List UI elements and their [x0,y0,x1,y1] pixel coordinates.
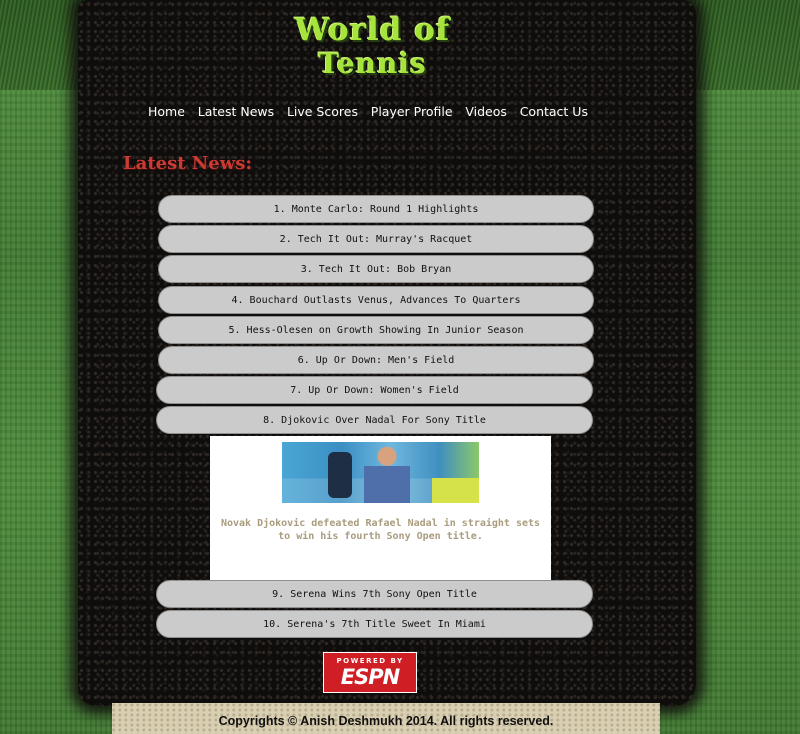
footer-copyright: Copyrights © Anish Deshmukh 2014. All ri… [218,714,554,728]
news-item-8[interactable]: 8. Djokovic Over Nadal For Sony Title [156,406,593,434]
news-caption: Novak Djokovic defeated Rafael Nadal in … [220,518,541,542]
news-item-4[interactable]: 4. Bouchard Outlasts Venus, Advances To … [158,286,594,314]
djokovic-photo [282,442,479,503]
section-title: Latest News: [123,153,252,174]
nav-player-profile[interactable]: Player Profile [371,104,453,119]
news-item-8-details: Novak Djokovic defeated Rafael Nadal in … [210,436,551,580]
news-item-10[interactable]: 10. Serena's 7th Title Sweet In Miami [156,610,593,638]
news-item-1[interactable]: 1. Monte Carlo: Round 1 Highlights [158,195,594,223]
logo-line-2: Tennis [318,47,427,80]
news-item-7[interactable]: 7. Up Or Down: Women's Field [156,376,593,404]
nav-home[interactable]: Home [148,104,185,119]
news-item-9[interactable]: 9. Serena Wins 7th Sony Open Title [156,580,593,608]
photo-banner [432,478,479,503]
site-logo[interactable]: World of Tennis [245,12,500,82]
nav-videos[interactable]: Videos [465,104,507,119]
nav-contact-us[interactable]: Contact Us [520,104,588,119]
nav-live-scores[interactable]: Live Scores [287,104,358,119]
nav-latest-news[interactable]: Latest News [198,104,274,119]
news-item-2[interactable]: 2. Tech It Out: Murray's Racquet [158,225,594,253]
logo-line-1: World of [294,12,451,48]
photo-player [364,446,410,503]
news-item-3[interactable]: 3. Tech It Out: Bob Bryan [158,255,594,283]
news-item-6[interactable]: 6. Up Or Down: Men's Field [158,346,594,374]
espn-logo: ESPN [340,665,400,689]
main-nav: Home Latest News Live Scores Player Prof… [148,100,588,122]
photo-bag [328,452,352,498]
news-item-5[interactable]: 5. Hess-Olesen on Growth Showing In Juni… [158,316,594,344]
espn-badge[interactable]: POWERED BY ESPN [323,652,417,693]
